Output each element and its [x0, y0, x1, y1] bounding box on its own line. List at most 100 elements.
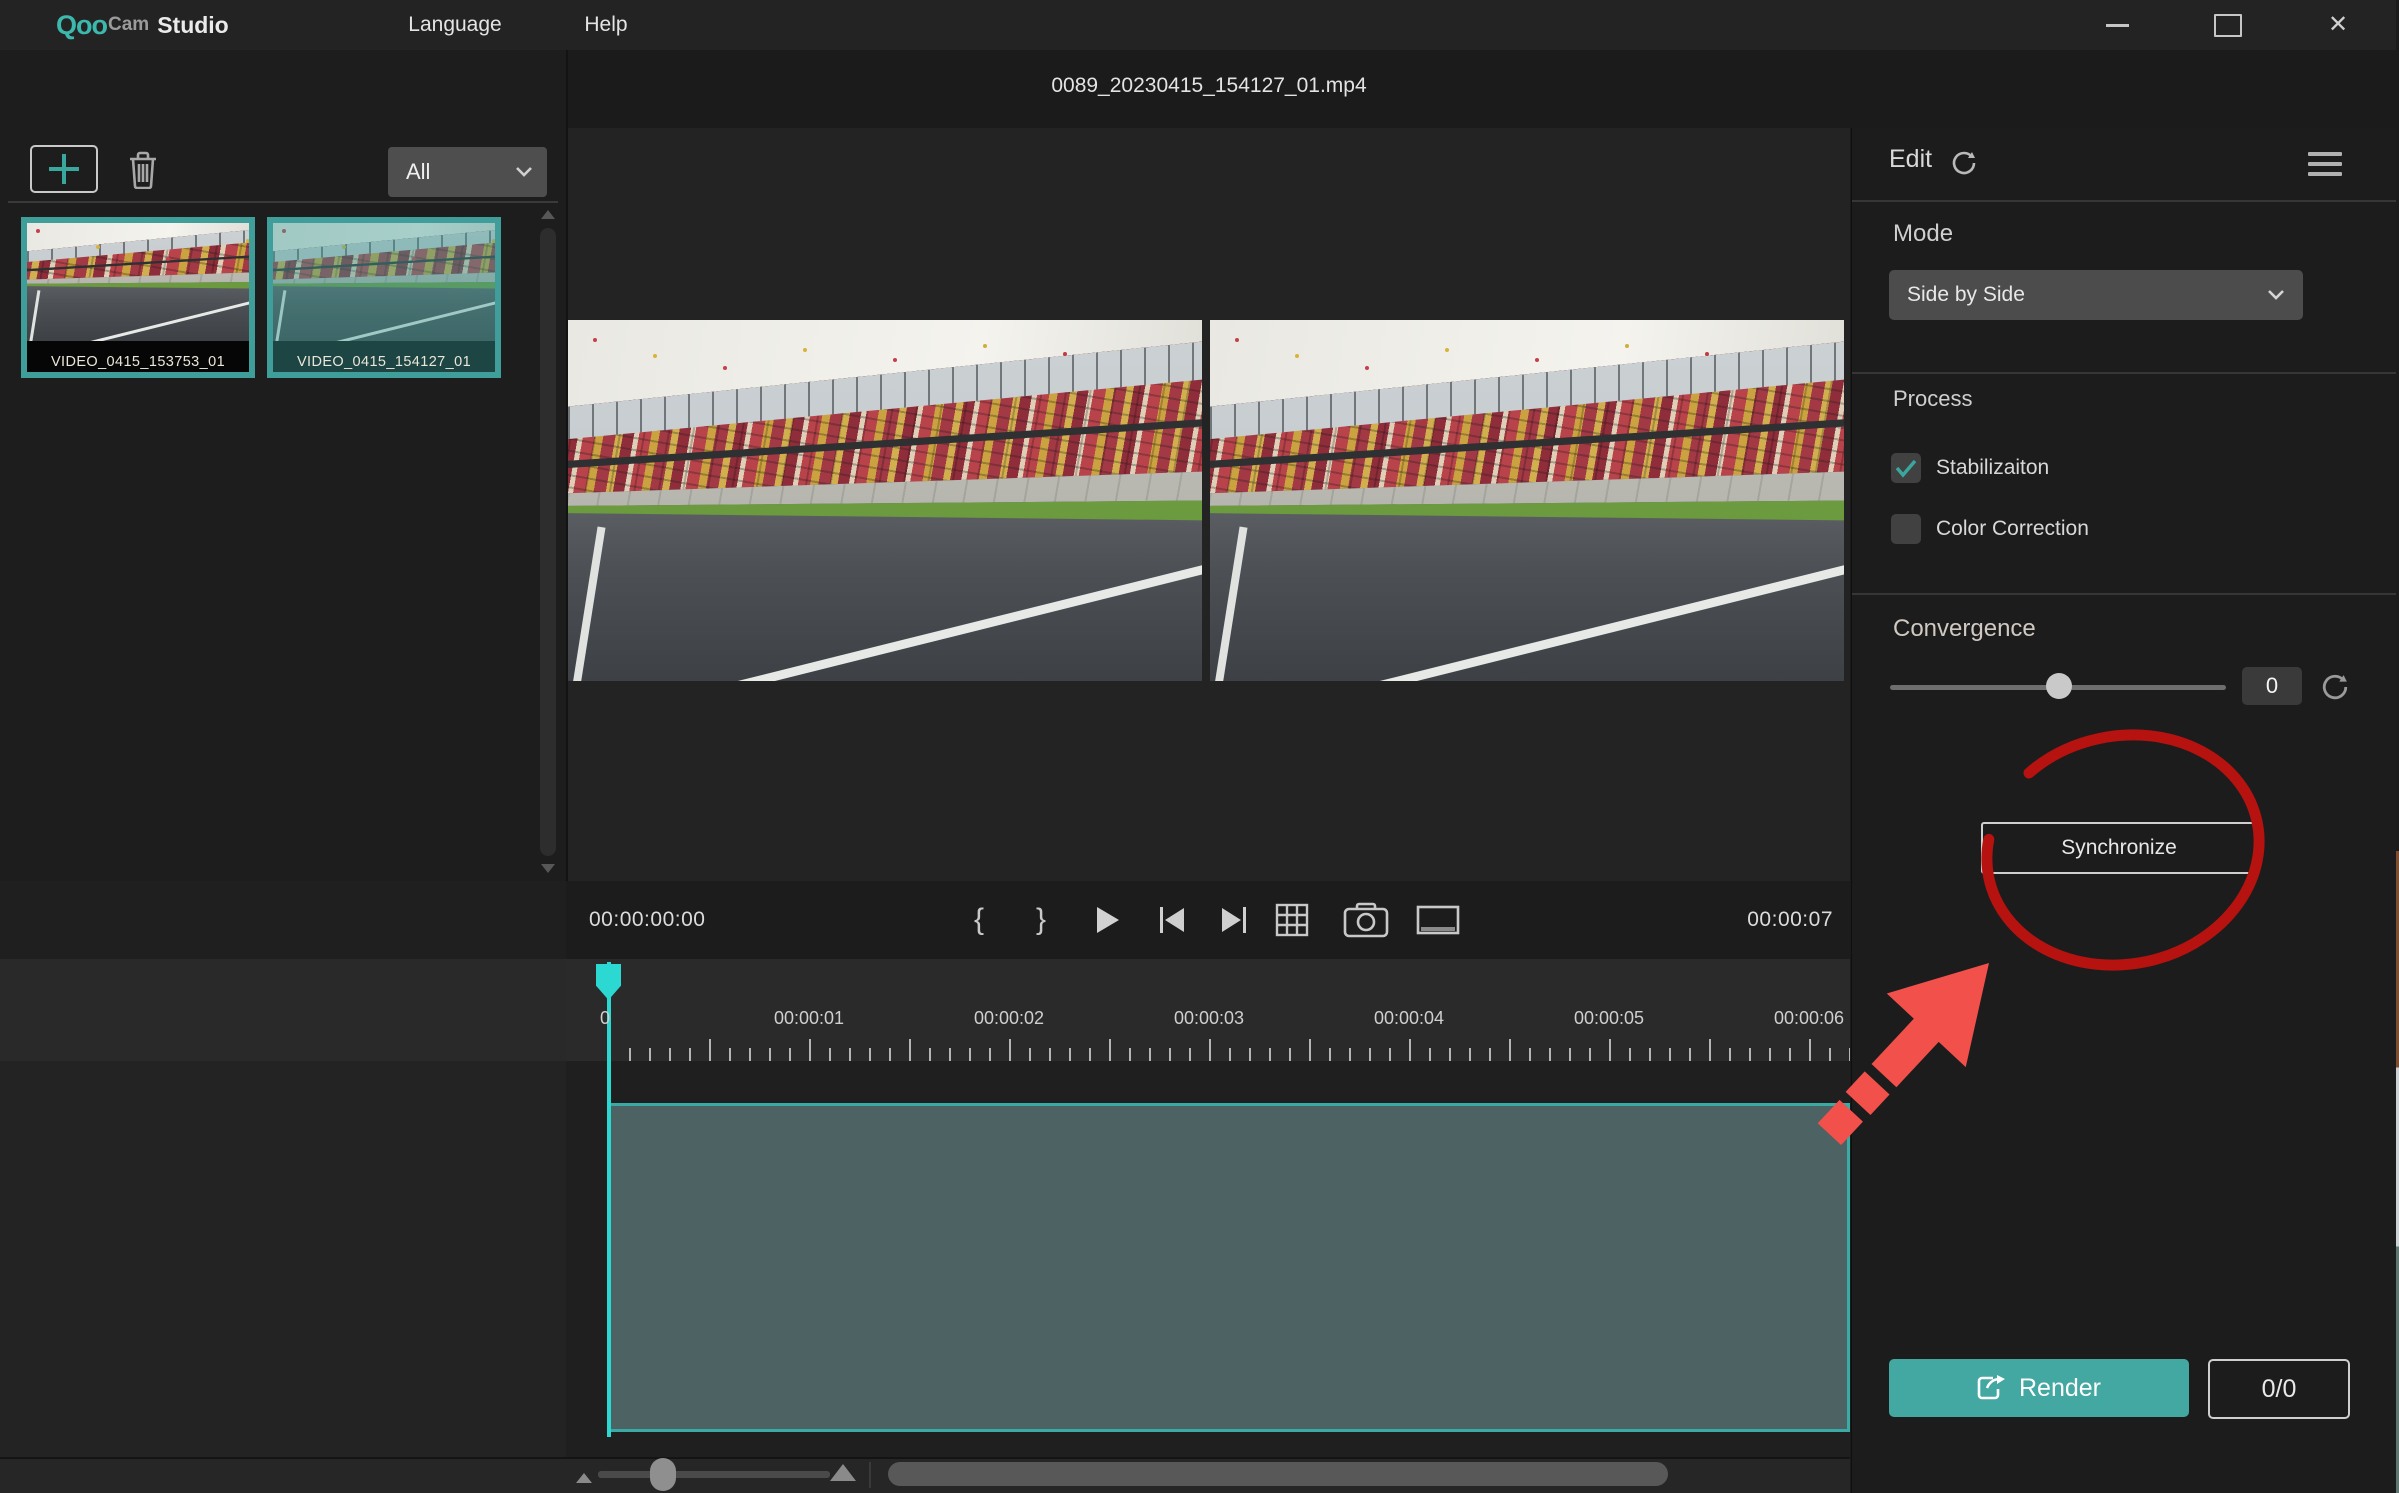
stabilization-checkbox[interactable]	[1891, 453, 1921, 483]
ruler-tick	[1809, 1039, 1811, 1061]
render-label: Render	[2019, 1374, 2101, 1403]
ruler-tick	[749, 1048, 751, 1061]
ruler-tick-label: 00:00:01	[749, 1008, 869, 1029]
timeline-track-header	[0, 1061, 566, 1457]
duration-timecode: 00:00:07	[1747, 881, 1833, 959]
stabilization-row[interactable]: Stabilizaiton	[1891, 453, 2049, 483]
menu-help[interactable]: Help	[576, 0, 636, 50]
timeline-ruler[interactable]: 00:00:0100:00:0200:00:0300:00:0400:00:05…	[566, 959, 1850, 1061]
playhead-line[interactable]	[607, 962, 611, 1437]
zoom-bar-separator	[869, 1462, 871, 1488]
mark-in-button[interactable]: {	[964, 881, 994, 959]
panel-menu-button[interactable]	[2308, 152, 2342, 176]
timeline-zoom-slider[interactable]	[598, 1471, 830, 1478]
mode-label: Mode	[1893, 220, 1953, 248]
video-frame-left	[568, 320, 1202, 681]
ruler-tick	[1309, 1039, 1311, 1061]
mark-out-button[interactable]: }	[1026, 881, 1056, 959]
menu-language[interactable]: Language	[395, 0, 515, 50]
edit-reset-icon[interactable]	[1951, 150, 1977, 176]
fullscreen-button[interactable]	[1414, 881, 1462, 959]
close-icon: ✕	[2328, 13, 2348, 37]
timeline-zoom-thumb[interactable]	[650, 1458, 676, 1491]
ruler-tick	[889, 1048, 891, 1061]
logo-studio: Studio	[157, 12, 229, 39]
zoom-out-icon[interactable]	[576, 1473, 592, 1483]
ruler-tick	[689, 1048, 691, 1061]
ruler-tick	[1069, 1048, 1071, 1061]
ruler-tick	[989, 1048, 991, 1061]
library-scroll-up[interactable]	[541, 210, 555, 219]
delete-media-button[interactable]	[122, 149, 164, 191]
grid-overlay-button[interactable]	[1272, 881, 1312, 959]
next-frame-button[interactable]	[1214, 881, 1254, 959]
color-correction-checkbox[interactable]	[1891, 514, 1921, 544]
render-queue-count: 0/0	[2208, 1359, 2350, 1419]
convergence-slider-thumb[interactable]	[2046, 673, 2072, 699]
zoom-in-icon[interactable]	[830, 1464, 856, 1481]
ruler-tick	[1429, 1048, 1431, 1061]
color-correction-row[interactable]: Color Correction	[1891, 514, 2089, 544]
clip-1-preview	[27, 223, 249, 341]
ruler-tick	[1229, 1048, 1231, 1061]
ruler-tick	[1649, 1048, 1651, 1061]
library-scrollbar[interactable]	[540, 228, 556, 856]
clip-2-label: VIDEO_0415_154127_01	[273, 354, 495, 370]
ruler-tick	[709, 1039, 711, 1061]
ruler-tick	[1769, 1048, 1771, 1061]
current-file-title: 0089_20230415_154127_01.mp4	[568, 74, 1850, 98]
close-button[interactable]: ✕	[2308, 0, 2368, 50]
trash-icon	[127, 151, 159, 189]
synchronize-label: Synchronize	[2061, 836, 2177, 860]
ruler-tick	[1129, 1048, 1131, 1061]
ruler-tick	[789, 1048, 791, 1061]
ruler-tick	[769, 1048, 771, 1061]
play-button[interactable]	[1088, 881, 1128, 959]
render-button[interactable]: Render	[1889, 1359, 2189, 1417]
ruler-tick	[1329, 1048, 1331, 1061]
minimize-button[interactable]	[2087, 0, 2147, 50]
mode-dropdown[interactable]: Side by Side	[1889, 270, 2303, 320]
timeline-horizontal-scrollbar[interactable]	[888, 1462, 1668, 1486]
ruler-tick	[669, 1048, 671, 1061]
section-divider	[1852, 200, 2396, 202]
ruler-tick	[869, 1048, 871, 1061]
stabilization-label: Stabilizaiton	[1936, 456, 2049, 480]
clip-2-selected-tint	[273, 223, 495, 372]
synchronize-button[interactable]: Synchronize	[1981, 822, 2257, 874]
ruler-tick-label: 00:00:02	[949, 1008, 1069, 1029]
ruler-tick	[1449, 1048, 1451, 1061]
chevron-down-icon	[2267, 289, 2285, 300]
ruler-zero-label: 0	[600, 1008, 624, 1029]
ruler-tick	[969, 1048, 971, 1061]
convergence-reset-icon[interactable]	[2321, 673, 2349, 701]
ruler-tick	[809, 1039, 811, 1061]
convergence-value[interactable]: 0	[2242, 667, 2302, 705]
timeline-clip[interactable]	[609, 1103, 1850, 1432]
ruler-tick	[1749, 1048, 1751, 1061]
ruler-tick	[1569, 1048, 1571, 1061]
chevron-down-icon	[515, 166, 533, 177]
ruler-tick	[1489, 1048, 1491, 1061]
clip-thumbnail-2[interactable]: VIDEO_0415_154127_01	[267, 217, 501, 378]
logo-qoo: Qoo	[56, 10, 107, 41]
logo-cam: Cam	[108, 14, 149, 36]
ruler-tick	[1509, 1039, 1511, 1061]
library-filter-dropdown[interactable]: All	[388, 147, 547, 197]
camera-icon	[1343, 902, 1389, 938]
ruler-tick	[1669, 1048, 1671, 1061]
ruler-tick	[1689, 1048, 1691, 1061]
grid-icon	[1275, 903, 1309, 937]
clip-thumbnail-1[interactable]: VIDEO_0415_153753_01	[21, 217, 255, 378]
snapshot-button[interactable]	[1342, 881, 1390, 959]
video-frame-right	[1210, 320, 1844, 681]
add-media-button[interactable]	[30, 145, 98, 193]
maximize-button[interactable]	[2198, 0, 2258, 50]
previous-frame-button[interactable]	[1152, 881, 1192, 959]
app-logo: QooCam Studio	[56, 0, 229, 50]
play-icon	[1097, 907, 1119, 933]
ruler-tick	[1189, 1048, 1191, 1061]
ruler-tick	[909, 1039, 911, 1061]
library-scroll-down[interactable]	[541, 864, 555, 873]
ruler-tick	[1589, 1048, 1591, 1061]
